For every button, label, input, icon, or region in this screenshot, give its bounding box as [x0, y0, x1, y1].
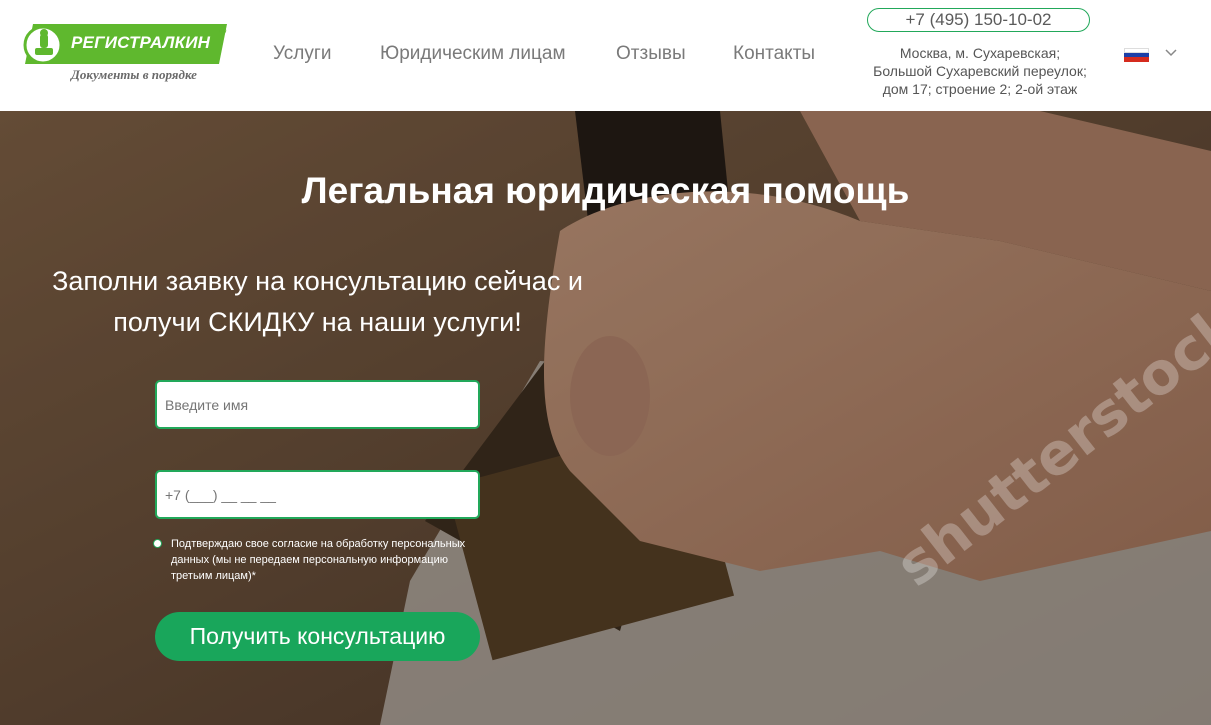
- get-consultation-button[interactable]: Получить консультацию: [155, 612, 480, 661]
- address-line: дом 17; строение 2; 2-ой этаж: [882, 81, 1078, 97]
- hero-subtitle-line: Заполни заявку на консультацию сейчас и: [52, 266, 583, 296]
- consent-label: Подтверждаю свое согласие на обработку п…: [171, 538, 466, 582]
- phone-input[interactable]: [155, 470, 480, 519]
- hero-title: Легальная юридическая помощь: [301, 170, 910, 211]
- logo-name: РЕГИСТРАЛКИН: [71, 33, 211, 52]
- nav-item-services[interactable]: Услуги: [273, 43, 331, 65]
- language-switcher[interactable]: [1124, 46, 1184, 64]
- logo[interactable]: РЕГИСТРАЛКИН ® Документы в порядке: [19, 24, 229, 86]
- hero-subtitle: Заполни заявку на консультацию сейчас и …: [10, 261, 625, 343]
- hero-section: shutterstock Легальная юридическая помощ…: [0, 111, 1211, 725]
- consent-radio-icon[interactable]: [153, 539, 162, 548]
- nav-item-contacts[interactable]: Контакты: [733, 43, 815, 65]
- nav-item-legal-entities[interactable]: Юридическим лицам: [380, 43, 566, 65]
- nav-item-reviews[interactable]: Отзывы: [616, 43, 686, 65]
- registered-mark: ®: [219, 26, 227, 37]
- chevron-down-icon: [1165, 49, 1177, 57]
- name-input[interactable]: [155, 380, 480, 429]
- hero-subtitle-line: получи СКИДКУ на наши услуги!: [113, 307, 522, 337]
- logo-tagline: Документы в порядке: [71, 67, 197, 82]
- russia-flag-icon: [1124, 48, 1149, 62]
- address: Москва, м. Сухаревская; Большой Сухаревс…: [858, 44, 1102, 98]
- phone-link[interactable]: +7 (495) 150-10-02: [867, 8, 1090, 32]
- site-header: РЕГИСТРАЛКИН ® Документы в порядке Услуг…: [0, 0, 1211, 111]
- address-line: Большой Сухаревский переулок;: [873, 63, 1087, 79]
- address-line: Москва, м. Сухаревская;: [899, 45, 1061, 61]
